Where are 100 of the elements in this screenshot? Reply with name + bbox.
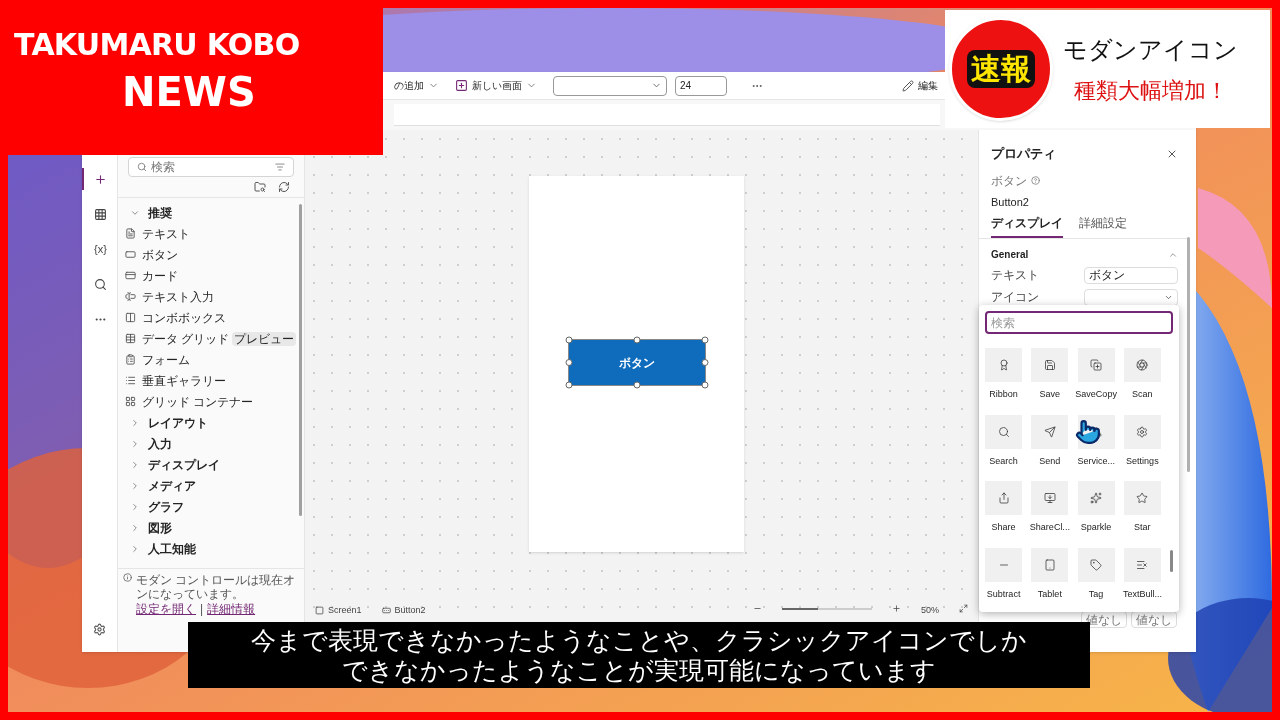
list-remove-icon: [1136, 558, 1149, 571]
category-item[interactable]: メディア: [118, 475, 304, 496]
canvas-button[interactable]: ボタン: [568, 340, 705, 385]
channel-name: TAKUMARU KOBO: [14, 30, 301, 60]
control-item[interactable]: データ グリッド プレビュー: [118, 328, 304, 349]
control-label: テキスト入力: [142, 288, 214, 306]
control-name: Button2: [991, 194, 1030, 210]
hand-cursor-icon: [1075, 419, 1101, 445]
control-item[interactable]: カード: [118, 265, 304, 286]
info-icon: [123, 573, 132, 582]
table-icon: [125, 333, 136, 344]
font-dropdown[interactable]: [553, 75, 667, 96]
category-item[interactable]: 図形: [118, 517, 304, 538]
copy-plus-icon: [1090, 359, 1103, 371]
help-icon[interactable]: [1031, 176, 1040, 185]
sparkle-icon: [1090, 492, 1103, 504]
search-icon: [997, 425, 1010, 438]
zoom-level: 50%: [921, 604, 939, 617]
share-icon: [997, 492, 1010, 504]
control-label: ボタン: [142, 246, 178, 264]
preview-tag: プレビュー: [232, 331, 297, 346]
control-label: 垂直ギャラリー: [142, 372, 226, 390]
panel-tab[interactable]: ディスプレイ: [991, 214, 1063, 238]
chevron-icon: [130, 501, 140, 512]
button-shape-icon: [125, 249, 136, 260]
chevron-icon: [130, 459, 140, 470]
control-item[interactable]: テキスト: [118, 223, 304, 244]
settings-link[interactable]: 設定を開く: [136, 602, 196, 616]
headline-title: モダンアイコン: [1063, 34, 1238, 65]
form-icon: [125, 354, 136, 365]
control-label: カード: [142, 267, 178, 285]
send-icon: [1043, 425, 1056, 438]
award-icon: [997, 359, 1010, 371]
control-item[interactable]: グリッド コンテナー: [118, 391, 304, 412]
caption-line: 今まで表現できなかったようなことや、クラシックアイコンでしか: [251, 625, 1027, 655]
settings-icon[interactable]: [93, 623, 106, 636]
control-item[interactable]: フォーム: [118, 349, 304, 370]
zoom-in-icon[interactable]: [892, 604, 901, 613]
search-field[interactable]: 検索: [128, 157, 294, 177]
edit-button[interactable]: 編集: [902, 78, 938, 93]
control-item[interactable]: ボタン: [118, 244, 304, 265]
category-item[interactable]: 推奨: [118, 202, 304, 223]
section-header[interactable]: General: [991, 247, 1178, 262]
plus-icon: [94, 172, 107, 186]
chevron-icon: [130, 522, 140, 533]
star-icon: [1136, 492, 1149, 504]
details-link[interactable]: 詳細情報: [207, 602, 256, 616]
panel-tab[interactable]: 詳細設定: [1079, 214, 1127, 238]
text-input-icon: [125, 291, 136, 302]
category-item[interactable]: レイアウト: [118, 412, 304, 433]
control-label: フォーム: [142, 351, 190, 369]
caption-line: できなかったようなことが実現可能になっています: [342, 655, 936, 685]
control-item[interactable]: テキスト入力: [118, 286, 304, 307]
rail-button[interactable]: {x}: [81, 238, 118, 260]
card-icon: [125, 270, 136, 281]
control-label: テキスト: [142, 225, 190, 243]
save-icon: [1043, 359, 1056, 371]
scrollbar[interactable]: [1170, 550, 1173, 572]
chevron-icon: [130, 438, 140, 449]
settings-icon: [1136, 425, 1149, 438]
text-field[interactable]: ボタン: [1084, 266, 1178, 284]
panel-title: プロパティ: [991, 145, 1056, 163]
control-item[interactable]: 垂直ギャラリー: [118, 370, 304, 391]
control-label: データ グリッド: [142, 330, 230, 348]
screen-tab[interactable]: Screen1: [315, 604, 362, 618]
toolbar-menu[interactable]: 新しい画面: [455, 78, 537, 93]
tablet-icon: [1043, 558, 1056, 571]
table-icon: [94, 207, 107, 221]
button-shape-icon: [381, 606, 391, 616]
scrollbar[interactable]: [1187, 237, 1190, 472]
field-label: テキスト: [991, 267, 1039, 284]
refresh-icon[interactable]: [278, 181, 290, 193]
aperture-icon: [1136, 359, 1149, 371]
folder-search-icon[interactable]: [254, 181, 266, 193]
banner-subtitle: NEWS: [121, 72, 257, 112]
control-type: ボタン: [991, 172, 1027, 190]
control-tab[interactable]: Button2: [381, 604, 426, 618]
control-label: コンボボックス: [142, 309, 226, 327]
category-item[interactable]: 入力: [118, 433, 304, 454]
category-item[interactable]: 人工知能: [118, 538, 304, 559]
screen-icon: [315, 606, 324, 616]
toolbar-menu[interactable]: の追加: [394, 78, 439, 93]
fit-icon[interactable]: [959, 604, 968, 613]
link-separator: |: [200, 602, 204, 616]
control-item[interactable]: コンボボックス: [118, 307, 304, 328]
list-icon: [125, 375, 136, 386]
field-label: アイコン: [991, 289, 1039, 306]
scrollbar[interactable]: [299, 204, 302, 516]
category-item[interactable]: ディスプレイ: [118, 454, 304, 475]
search-icon: [137, 162, 147, 172]
chevron-icon: [130, 417, 140, 428]
breaking-badge: 速報: [949, 17, 1053, 121]
pencil-icon: [902, 79, 914, 92]
app-screen[interactable]: ボタン: [529, 176, 744, 552]
category-item[interactable]: グラフ: [118, 496, 304, 517]
font-size-field[interactable]: 24: [675, 75, 727, 96]
headline-subtitle: 種類大幅増加！: [1073, 76, 1228, 105]
new-screen-icon: [455, 79, 468, 92]
screen-download-icon: [1043, 492, 1056, 504]
chevron-icon: [130, 543, 140, 554]
